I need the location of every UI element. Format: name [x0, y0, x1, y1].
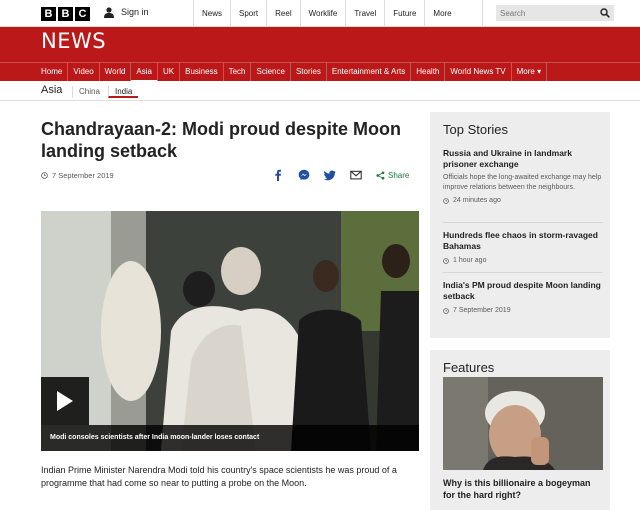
share-tools: Share — [272, 169, 409, 181]
main-nav-tech[interactable]: Tech — [224, 63, 252, 82]
section-subnav: Asia China India — [0, 81, 640, 101]
main-nav-more[interactable]: More ▾ — [512, 63, 548, 82]
main-nav-business[interactable]: Business — [180, 63, 224, 82]
article-date-text: 7 September 2019 — [52, 171, 114, 180]
top-story-title[interactable]: India's PM proud despite Moon landing se… — [443, 280, 603, 302]
video-player[interactable]: Modi consoles scientists after India moo… — [41, 211, 419, 451]
play-button[interactable] — [41, 377, 89, 425]
clock-icon — [443, 257, 449, 264]
main-nav-science[interactable]: Science — [251, 63, 291, 82]
play-icon — [57, 391, 73, 411]
logo-letter: C — [75, 7, 90, 21]
global-nav: News Sport Reel Worklife Travel Future M… — [193, 0, 483, 27]
sign-in-label: Sign in — [121, 7, 149, 17]
global-nav-worklife[interactable]: Worklife — [299, 0, 346, 27]
messenger-icon[interactable] — [298, 169, 310, 181]
global-nav-reel[interactable]: Reel — [266, 0, 299, 27]
clock-icon — [41, 172, 48, 179]
main-nav-stories[interactable]: Stories — [291, 63, 327, 82]
article-date: 7 September 2019 — [41, 171, 114, 180]
section-title[interactable]: Asia — [41, 84, 62, 96]
top-story-time: 1 hour ago — [443, 257, 603, 264]
feature-title[interactable]: Why is this billionaire a bogeyman for t… — [443, 477, 603, 501]
email-icon[interactable] — [350, 169, 362, 181]
top-stories-panel: Top Stories Russia and Ukraine in landma… — [430, 112, 610, 338]
top-stories-heading: Top Stories — [443, 122, 509, 137]
share-icon — [376, 170, 385, 180]
global-nav-news[interactable]: News — [193, 0, 230, 27]
feature-image[interactable] — [443, 377, 603, 470]
article-headline: Chandrayaan-2: Modi proud despite Moon l… — [41, 119, 402, 161]
share-label: Share — [388, 170, 410, 180]
top-story-summary: Officials hope the long-awaited exchange… — [443, 174, 602, 191]
article-body: Indian Prime Minister Narendra Modi told… — [41, 465, 397, 488]
sign-in-link[interactable]: Sign in — [103, 6, 149, 18]
top-story-time-text: 24 minutes ago — [453, 197, 501, 204]
news-wordmark[interactable]: NEWS — [41, 29, 106, 53]
main-nav-world-news-tv[interactable]: World News TV — [445, 63, 512, 82]
search-box — [496, 5, 614, 21]
user-icon — [104, 7, 114, 18]
global-nav-sport[interactable]: Sport — [230, 0, 266, 27]
top-story-time: 7 September 2019 — [443, 307, 603, 314]
main-nav-video[interactable]: Video — [68, 63, 100, 82]
search-input[interactable] — [496, 5, 596, 21]
top-story-time-text: 1 hour ago — [453, 257, 487, 264]
video-caption: Modi consoles scientists after India moo… — [41, 425, 419, 451]
top-bar: B B C Sign in News Sport Reel Worklife T… — [0, 0, 640, 27]
subnav-china[interactable]: China — [72, 86, 106, 98]
main-nav-asia[interactable]: Asia — [131, 63, 158, 82]
main-nav-world[interactable]: World — [100, 63, 132, 82]
bbc-logo[interactable]: B B C — [41, 7, 90, 21]
facebook-icon[interactable] — [272, 169, 284, 181]
divider — [443, 222, 603, 223]
logo-letter: B — [58, 7, 73, 21]
top-story[interactable]: India's PM proud despite Moon landing se… — [443, 280, 603, 314]
features-panel: Features Why is this billionaire a bogey… — [430, 350, 610, 510]
main-nav: Home Video World Asia UK Business Tech S… — [0, 62, 640, 82]
global-nav-more[interactable]: More — [424, 0, 483, 27]
logo-letter: B — [41, 7, 56, 21]
subnav-india[interactable]: India — [108, 86, 139, 98]
top-story-time-text: 7 September 2019 — [453, 307, 511, 314]
top-story-title[interactable]: Hundreds flee chaos in storm-ravaged Bah… — [443, 230, 603, 252]
main-nav-entertainment[interactable]: Entertainment & Arts — [327, 63, 412, 82]
top-story-title[interactable]: Russia and Ukraine in landmark prisoner … — [443, 148, 603, 170]
main-nav-health[interactable]: Health — [411, 63, 446, 82]
video-still — [41, 211, 419, 451]
top-story[interactable]: Hundreds flee chaos in storm-ravaged Bah… — [443, 230, 603, 264]
share-button[interactable]: Share — [376, 171, 409, 180]
features-heading: Features — [443, 360, 495, 375]
divider — [443, 272, 603, 273]
global-nav-travel[interactable]: Travel — [345, 0, 384, 27]
main-nav-uk[interactable]: UK — [158, 63, 181, 82]
search-icon[interactable] — [600, 8, 610, 18]
clock-icon — [443, 197, 449, 204]
twitter-icon[interactable] — [324, 169, 336, 181]
top-story[interactable]: Russia and Ukraine in landmark prisoner … — [443, 148, 603, 204]
main-nav-home[interactable]: Home — [36, 63, 69, 82]
clock-icon — [443, 307, 449, 314]
global-nav-future[interactable]: Future — [384, 0, 424, 27]
top-story-time: 24 minutes ago — [443, 197, 603, 204]
